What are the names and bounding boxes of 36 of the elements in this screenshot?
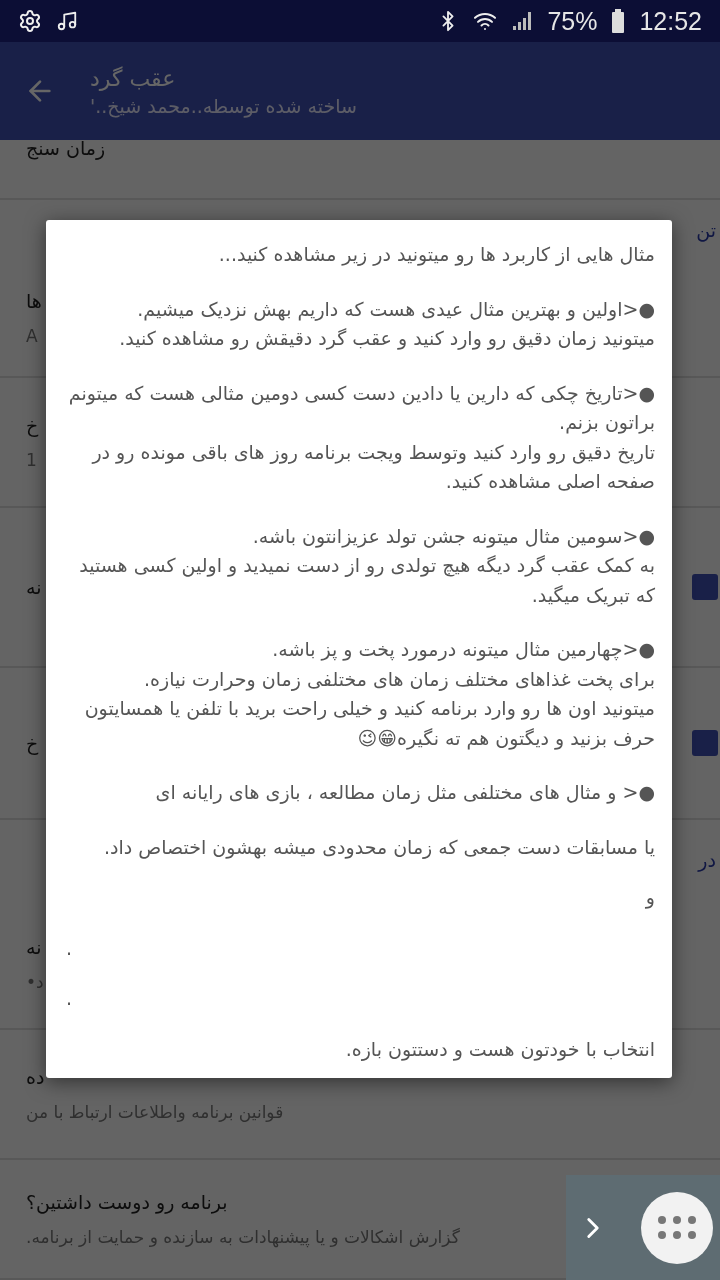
setting-title: برنامه رو دوست داشتین؟: [26, 1191, 228, 1213]
battery-icon: [611, 9, 626, 33]
checkbox[interactable]: [692, 730, 718, 756]
app-subtitle: ساخته شده توسطه..محمد شیخ..': [90, 94, 357, 117]
dialog-text: تاریخ دقیق رو وارد کنید وتوسط ویجت برنامه روز های باقی مونده رو در صفحه اصلی مشاهده کنید.: [90, 439, 655, 494]
dialog-text: ●<تاریخ چکی که دارین یا دادین دست کسی دومین مثالی هست که میتونم براتون بزنم.: [67, 380, 655, 436]
music-note-icon: [56, 10, 78, 32]
setting-title: نه: [26, 936, 42, 958]
dialog-text: میتونید اون ها رو وارد برنامه کنید و خیلی راحت برید با تلفن یا همسایتون حرف بزنید و دیگتون هم ته نگیره😁😉: [83, 696, 655, 752]
dialog-text: انتخاب با خودتون هست و دستتون بازه.: [344, 1036, 655, 1063]
setting-title: نه: [26, 576, 42, 598]
dialog-text: .: [66, 986, 74, 1011]
dialog-text: ●<سومین مثال میتونه جشن تولد عزیزانتون باشه.: [251, 523, 655, 550]
clock-time: 12:52: [639, 6, 702, 36]
setting-title: ده: [26, 1066, 45, 1088]
settings-icon: [18, 9, 42, 33]
checkbox[interactable]: [692, 574, 718, 600]
dialog-text: میتونید زمان دقیق رو وارد کنید و عقب گرد دقیقش رو مشاهده کنید.: [118, 326, 655, 352]
signal-icon: [511, 10, 534, 32]
dialog-text: برای پخت غذاهای مختلف زمان های مختلفی زمان وحرارت نیازه.: [143, 666, 655, 693]
dialog-text: .: [66, 935, 74, 961]
battery-percentage: 75%: [547, 6, 598, 36]
dialog-text: ●<اولین و بهترین مثال عیدی هست که داریم بهش نزدیک میشیم.: [136, 296, 655, 323]
category-header: در: [698, 849, 716, 871]
dialog-text: و: [644, 885, 655, 911]
category-header: تن: [696, 219, 716, 241]
setting-title: خ: [26, 414, 39, 436]
setting-title: خ: [26, 732, 39, 754]
dialog-text: مثال هایی از کاربرد ها رو میتونید در زیر مشاهده کنید...: [217, 242, 655, 268]
dialog-text: ●<چهارمین مثال میتونه درمورد پخت و پز باشه.: [271, 637, 655, 663]
dialog-text: ●< و مثال های مختلفی مثل زمان مطالعه ، بازی های رایانه ای: [154, 780, 655, 806]
dialog-text: به کمک عقب گرد دیگه هیچ تولدی رو از دست نمیدید و اولین کسی هستید که تبریک میگید.: [78, 553, 655, 609]
app-title: عقب گرد: [90, 65, 176, 91]
dialog-text: یا مسابقات دست جمعی که زمان محدودی میشه بهشون اختصاص داد.: [102, 834, 655, 861]
setting-title: زمان سنج: [26, 137, 106, 159]
setting-title: ها: [26, 290, 42, 312]
